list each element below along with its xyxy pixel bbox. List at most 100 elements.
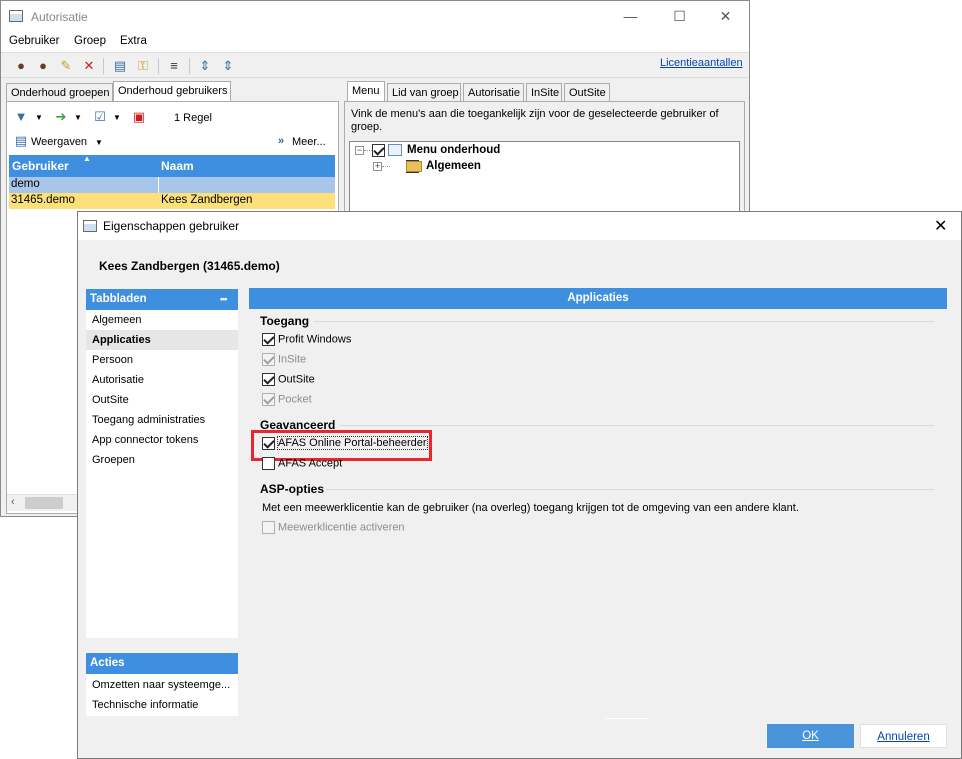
window-title: Autorisatie (31, 10, 88, 24)
scroll-thumb[interactable] (25, 497, 63, 509)
tab-outsite[interactable]: OutSite (564, 83, 610, 103)
arrow-right-icon[interactable]: ➔ (53, 109, 69, 125)
chevron-down-icon[interactable]: ▼ (74, 113, 82, 122)
info-text: Vink de menu's aan die toegankelijk zijn… (351, 108, 719, 133)
filter-icon[interactable]: ▼ (13, 109, 29, 125)
filter-list-icon[interactable]: ≡ (166, 58, 182, 74)
toolbar-separator (189, 58, 190, 74)
expand-node-icon[interactable]: + (373, 162, 382, 171)
eigenschappen-dialog: Eigenschappen gebruiker ✕ Kees Zandberge… (77, 211, 962, 759)
chevron-down-icon[interactable]: ▼ (113, 113, 121, 122)
tabblad-app-connector-tokens[interactable]: App connector tokens (86, 430, 238, 450)
acties-list: Omzetten naar systeemge... Technische in… (86, 674, 238, 716)
option-label: Meewerklicentie activeren (278, 521, 405, 534)
licentieaantallen-link[interactable]: Licentieaantallen (660, 57, 743, 69)
tab-insite[interactable]: InSite (526, 83, 562, 103)
tabblad-applicaties[interactable]: Applicaties (86, 330, 238, 350)
user-settings-icon[interactable]: ● (35, 58, 51, 74)
option-pocket: Pocket (262, 393, 312, 406)
tree-line (364, 150, 372, 151)
checkbox[interactable] (262, 333, 275, 346)
action-technische-informatie[interactable]: Technische informatie (86, 695, 238, 715)
cell-user: 31465.demo (11, 194, 75, 206)
views-icon: ▤ (14, 133, 28, 148)
tabblad-toegang-administraties[interactable]: Toegang administraties (86, 410, 238, 430)
user-heading: Kees Zandbergen (31465.demo) (99, 259, 280, 273)
ok-label: OK (802, 730, 819, 742)
cancel-label: Annuleren (877, 731, 930, 743)
option-outsite[interactable]: OutSite (262, 373, 315, 386)
minimize-icon[interactable]: — (608, 5, 653, 27)
table-row[interactable]: demo (9, 177, 335, 193)
panel-title: Applicaties (249, 288, 947, 309)
group-divider (340, 425, 934, 426)
option-insite: InSite (262, 353, 306, 366)
checkbox (262, 393, 275, 406)
maximize-icon[interactable]: ☐ (657, 5, 702, 27)
cancel-button[interactable]: Annuleren (860, 724, 947, 748)
table-row[interactable]: 31465.demo Kees Zandbergen (9, 193, 335, 209)
menu-extra[interactable]: Extra (120, 35, 147, 47)
tab-onderhoud-groepen[interactable]: Onderhoud groepen (6, 83, 113, 103)
tree-node-label[interactable]: Algemeen (426, 160, 481, 172)
collapse-icon[interactable]: ⇕ (220, 58, 236, 74)
weergaven-button[interactable]: Weergaven (31, 136, 87, 148)
group-asp-opties: ASP-opties (260, 482, 325, 496)
column-gebruiker[interactable]: Gebruiker (12, 159, 69, 173)
preview-icon[interactable]: ▤ (112, 58, 128, 74)
ok-button[interactable]: OK (767, 724, 854, 748)
menu-groep[interactable]: Groep (74, 35, 106, 47)
tabblad-outsite[interactable]: OutSite (86, 390, 238, 410)
close-icon[interactable]: ✕ (703, 5, 748, 27)
close-icon[interactable]: ✕ (934, 216, 947, 236)
tab-menu[interactable]: Menu (347, 81, 385, 103)
column-naam[interactable]: Naam (161, 159, 194, 173)
option-profit-windows[interactable]: Profit Windows (262, 333, 351, 346)
collapse-node-icon[interactable]: − (355, 146, 364, 155)
divider (605, 718, 649, 719)
folder-gear-icon (406, 161, 422, 172)
tab-lid-van-groep[interactable]: Lid van groep (387, 83, 461, 103)
expand-icon[interactable]: ⇕ (197, 58, 213, 74)
tabblad-autorisatie[interactable]: Autorisatie (86, 370, 238, 390)
checkbox[interactable] (372, 144, 385, 157)
tabblad-persoon[interactable]: Persoon (86, 350, 238, 370)
tabbladen-title: Tabbladen (90, 293, 147, 305)
tree-node-label[interactable]: Menu onderhoud (407, 144, 500, 156)
checkbox-icon[interactable]: ☑ (92, 109, 108, 125)
scroll-left-icon[interactable]: ‹ (11, 496, 15, 508)
tab-autorisatie[interactable]: Autorisatie (463, 83, 524, 103)
menu-folder-icon (388, 144, 402, 156)
users-icon[interactable]: ● (13, 58, 29, 74)
chevron-down-icon[interactable]: ▼ (35, 113, 43, 122)
group-toegang: Toegang (260, 314, 310, 328)
asp-description: Met een meewerklicentie kan de gebruiker… (262, 502, 799, 514)
dialog-title: Eigenschappen gebruiker (103, 219, 240, 233)
checkbox[interactable] (262, 457, 275, 470)
option-label: OutSite (278, 373, 315, 386)
option-meewerklicentie: Meewerklicentie activeren (262, 521, 405, 534)
option-afas-accept[interactable]: AFAS Accept (262, 457, 342, 470)
grid-header: Gebruiker ▲ Naam (9, 154, 335, 177)
delete-icon[interactable]: ✕ (81, 58, 97, 74)
tab-onderhoud-gebruikers[interactable]: Onderhoud gebruikers (113, 81, 231, 103)
tabblad-groepen[interactable]: Groepen (86, 450, 238, 470)
lock-icon[interactable]: ▣ (131, 109, 147, 125)
edit-icon[interactable]: ✎ (58, 58, 74, 74)
menu-gebruiker[interactable]: Gebruiker (9, 35, 60, 47)
dialog-titlebar: Eigenschappen gebruiker ✕ (78, 212, 961, 240)
double-chevron-icon: » (278, 135, 285, 147)
key-user-icon[interactable]: ⚿ (135, 58, 151, 74)
meer-button[interactable]: Meer... (292, 136, 326, 148)
action-omzetten[interactable]: Omzetten naar systeemge... (86, 675, 238, 695)
more-icon[interactable]: ••• (220, 289, 228, 310)
tree-line (382, 166, 390, 167)
tabblad-algemeen[interactable]: Algemeen (86, 310, 238, 330)
chevron-down-icon[interactable]: ▼ (95, 138, 103, 147)
tabbladen-header: Tabbladen ••• (86, 289, 238, 310)
acties-header: Acties (86, 653, 238, 674)
option-label: Pocket (278, 393, 312, 406)
menubar: Gebruiker Groep Extra (1, 32, 749, 52)
row-count: 1 Regel (174, 112, 212, 124)
checkbox[interactable] (262, 373, 275, 386)
